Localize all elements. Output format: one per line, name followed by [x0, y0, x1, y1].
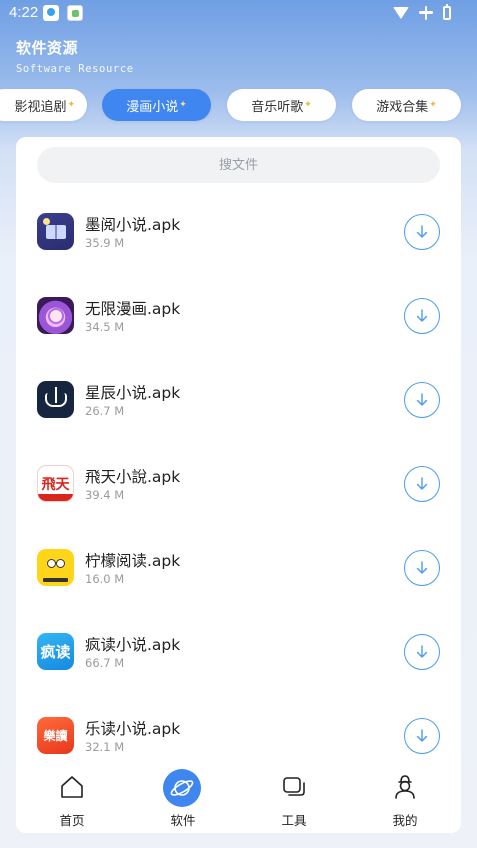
- page-subtitle: Software Resource: [16, 63, 134, 75]
- nav-tools[interactable]: 工具: [254, 760, 334, 833]
- sparkle-icon: ✦: [304, 100, 312, 110]
- feitian-app-icon: 飛天: [37, 465, 74, 502]
- list-item[interactable]: 飛天 飛天小說.apk 39.4 M: [16, 447, 461, 519]
- file-size: 66.7 M: [85, 656, 125, 670]
- nav-label: 我的: [392, 813, 418, 828]
- file-size: 32.1 M: [85, 740, 125, 754]
- status-time: 4:22: [9, 4, 39, 21]
- nav-software[interactable]: 软件: [143, 760, 223, 833]
- download-button[interactable]: [404, 718, 440, 754]
- file-size: 34.5 M: [85, 320, 125, 334]
- file-size: 35.9 M: [85, 236, 125, 250]
- download-arrow-icon: [416, 309, 428, 322]
- tab-label: 游戏合集: [376, 99, 429, 115]
- nav-profile[interactable]: 我的: [365, 760, 445, 833]
- tab-comics-novels[interactable]: 漫画小说 ✦: [102, 89, 211, 121]
- moyue-app-icon: [37, 213, 74, 250]
- download-arrow-icon: [416, 393, 428, 406]
- file-name: 墨阅小说.apk: [85, 216, 181, 234]
- feitian-logo-text: 飛天: [41, 476, 70, 493]
- file-size: 26.7 M: [85, 404, 125, 418]
- sparkle-icon: ✦: [179, 100, 187, 110]
- ledu-logo-text: 樂讀: [43, 729, 68, 743]
- page-header: 软件资源 Software Resource: [16, 37, 134, 75]
- file-name: 星辰小说.apk: [85, 384, 181, 402]
- bottom-navigation: 首页 软件 工具 我的: [16, 760, 461, 833]
- download-button[interactable]: [404, 214, 440, 250]
- status-bar: 4:22: [0, 0, 477, 26]
- tab-movies[interactable]: 影视追剧 ✦: [0, 89, 87, 121]
- sparkle-icon: ✦: [67, 100, 75, 110]
- download-arrow-icon: [416, 729, 428, 742]
- tools-icon: [276, 769, 312, 805]
- download-button[interactable]: [404, 298, 440, 334]
- file-size: 39.4 M: [85, 488, 125, 502]
- file-name: 无限漫画.apk: [85, 300, 181, 318]
- file-name: 柠檬阅读.apk: [85, 552, 181, 570]
- file-name: 疯读小说.apk: [85, 636, 181, 654]
- home-icon: [54, 769, 90, 805]
- download-arrow-icon: [416, 561, 428, 574]
- file-name: 乐读小说.apk: [85, 720, 181, 738]
- download-arrow-icon: [416, 225, 428, 238]
- battery-icon: [443, 4, 451, 20]
- sparkle-icon: ✦: [429, 100, 437, 110]
- wifi-icon: [393, 7, 409, 19]
- download-button[interactable]: [404, 466, 440, 502]
- tab-music[interactable]: 音乐听歌 ✦: [227, 89, 336, 121]
- ledu-app-icon: 樂讀: [37, 717, 74, 754]
- list-item[interactable]: 星辰小说.apk 26.7 M: [16, 363, 461, 435]
- download-arrow-icon: [416, 645, 428, 658]
- airplane-mode-icon: [419, 6, 433, 20]
- wuxian-manhua-app-icon: [37, 297, 74, 334]
- tab-label: 音乐听歌: [251, 99, 304, 115]
- download-button[interactable]: [404, 550, 440, 586]
- xingchen-app-icon: [37, 381, 74, 418]
- page-title: 软件资源: [16, 39, 79, 57]
- file-name: 飛天小說.apk: [85, 468, 181, 486]
- nav-label: 工具: [281, 813, 307, 828]
- tab-label: 影视追剧: [14, 99, 67, 115]
- download-button[interactable]: [404, 634, 440, 670]
- tab-games[interactable]: 游戏合集 ✦: [352, 89, 461, 121]
- download-notification-icon: [43, 5, 59, 21]
- file-size: 16.0 M: [85, 572, 125, 586]
- download-arrow-icon: [416, 477, 428, 490]
- list-item[interactable]: 墨阅小说.apk 35.9 M: [16, 195, 461, 267]
- file-list-card: 墨阅小说.apk 35.9 M 无限漫画.apk 34.5 M 星辰小说.apk…: [16, 137, 461, 833]
- list-item[interactable]: 柠檬阅读.apk 16.0 M: [16, 531, 461, 603]
- app-notification-icon: [67, 5, 83, 21]
- profile-icon: [387, 769, 423, 805]
- list-item[interactable]: 疯读 疯读小说.apk 66.7 M: [16, 615, 461, 687]
- nav-home[interactable]: 首页: [32, 760, 112, 833]
- search-input[interactable]: [37, 147, 440, 183]
- nav-label: 首页: [59, 813, 85, 828]
- category-tabs: 影视追剧 ✦ 漫画小说 ✦ 音乐听歌 ✦ 游戏合集 ✦: [0, 89, 477, 121]
- fengdu-app-icon: 疯读: [37, 633, 74, 670]
- nav-label: 软件: [170, 813, 196, 828]
- planet-icon: [163, 769, 201, 807]
- ningmeng-app-icon: [37, 549, 74, 586]
- list-item[interactable]: 无限漫画.apk 34.5 M: [16, 279, 461, 351]
- tab-label: 漫画小说: [126, 99, 179, 115]
- fengdu-logo-text: 疯读: [40, 643, 71, 661]
- download-button[interactable]: [404, 382, 440, 418]
